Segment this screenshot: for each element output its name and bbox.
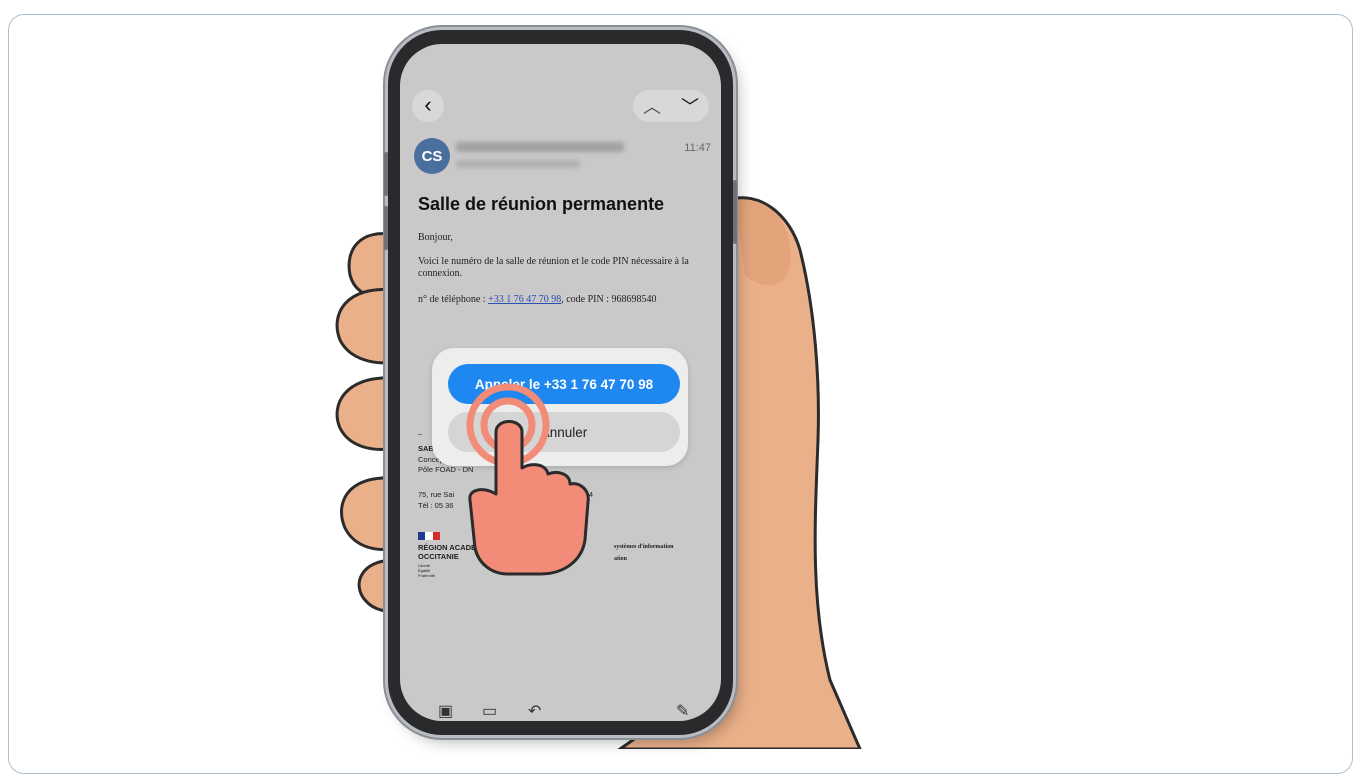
phone-device: ‹ ︿ ﹀ CS 11:47 Salle de réunion permanen… bbox=[384, 30, 737, 735]
cancel-button[interactable]: Annuler bbox=[448, 412, 680, 452]
call-button[interactable]: Appeler le +33 1 76 47 70 98 bbox=[448, 364, 680, 404]
chevron-left-icon: ‹ bbox=[424, 92, 432, 117]
signature-address-end: E Cedex 4 bbox=[558, 490, 594, 499]
signature-address: 75, rue Sai bbox=[418, 490, 455, 499]
sender-name-blurred bbox=[456, 142, 624, 152]
email-phone-line: n° de téléphone : +33 1 76 47 70 98, cod… bbox=[418, 294, 710, 306]
signature-org2: OCCITANIE bbox=[418, 552, 459, 561]
signature-dash: – bbox=[418, 429, 423, 438]
chevron-up-icon[interactable]: ︿ bbox=[643, 93, 661, 119]
signature-right2: ation bbox=[614, 556, 628, 562]
archive-icon[interactable]: ▣ bbox=[438, 701, 453, 721]
signature-line2: Pôle FOAD - DN bbox=[418, 465, 474, 474]
message-nav: ︿ ﹀ bbox=[633, 90, 709, 122]
avatar[interactable]: CS bbox=[414, 138, 450, 174]
bottom-toolbar: ▣ ▭ ↶ ✎ bbox=[400, 693, 721, 721]
reply-icon[interactable]: ↶ bbox=[528, 701, 541, 721]
signature-right1: systèmes d'information bbox=[614, 544, 674, 550]
french-flag-logo bbox=[418, 532, 440, 540]
email-greeting: Bonjour, bbox=[418, 232, 453, 243]
phone-side-button bbox=[733, 180, 737, 244]
sender-email-blurred bbox=[456, 160, 580, 168]
phone-side-button bbox=[384, 152, 388, 196]
compose-icon[interactable]: ✎ bbox=[676, 701, 689, 721]
email-intro: Voici le numéro de la salle de réunion e… bbox=[418, 256, 689, 279]
signature-motto3: Fraternité bbox=[418, 573, 436, 578]
phone-screen: ‹ ︿ ﹀ CS 11:47 Salle de réunion permanen… bbox=[400, 44, 721, 721]
phone-side-button bbox=[384, 206, 388, 250]
folder-icon[interactable]: ▭ bbox=[482, 701, 497, 721]
back-button[interactable]: ‹ bbox=[412, 90, 444, 122]
email-time: 11:47 bbox=[684, 142, 711, 154]
signature-phone: Tél : 05 36 bbox=[418, 501, 454, 510]
email-subject: Salle de réunion permanente bbox=[418, 194, 665, 214]
phone-prefix: n° de téléphone : bbox=[418, 294, 489, 305]
signature-org1: RÉGION ACADÉ bbox=[418, 543, 477, 552]
phone-number-link[interactable]: +33 1 76 47 70 98 bbox=[488, 294, 561, 305]
pin-text: , code PIN : 968698540 bbox=[561, 294, 657, 305]
call-dialog: Appeler le +33 1 76 47 70 98 Annuler bbox=[432, 348, 688, 466]
chevron-down-icon[interactable]: ﹀ bbox=[681, 93, 699, 119]
